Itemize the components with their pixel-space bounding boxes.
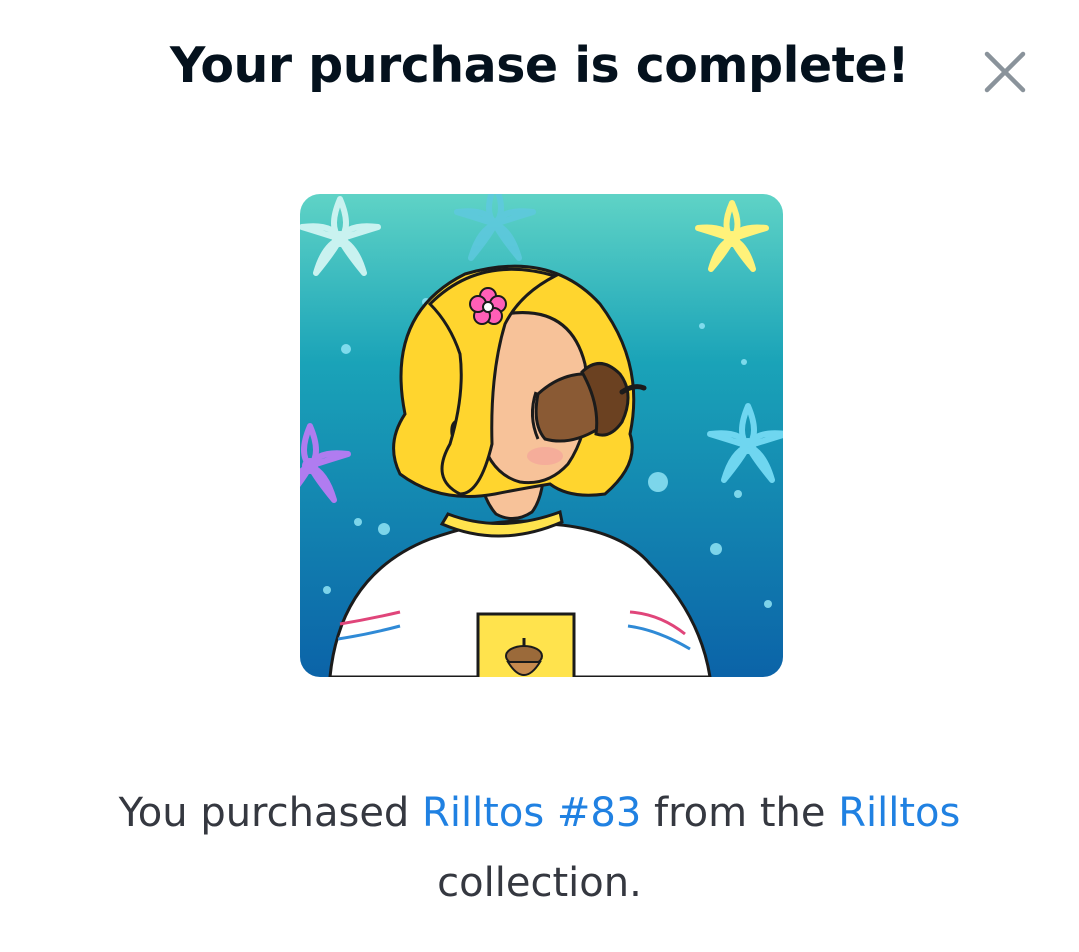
message-middle: from the — [641, 790, 839, 836]
collection-link[interactable]: Rilltos — [838, 790, 960, 836]
nft-artwork-image — [300, 194, 783, 677]
modal-title: Your purchase is complete! — [169, 37, 910, 94]
message-prefix: You purchased — [118, 790, 423, 836]
close-icon — [984, 51, 1026, 93]
item-link[interactable]: Rilltos #83 — [422, 790, 641, 836]
purchase-complete-modal: Your purchase is complete! You purchased… — [0, 0, 1079, 952]
purchase-message: You purchased Rilltos #83 from the Rillt… — [0, 778, 1079, 918]
close-button[interactable] — [983, 50, 1027, 94]
message-suffix: collection. — [437, 860, 642, 906]
nft-image[interactable] — [300, 194, 783, 677]
